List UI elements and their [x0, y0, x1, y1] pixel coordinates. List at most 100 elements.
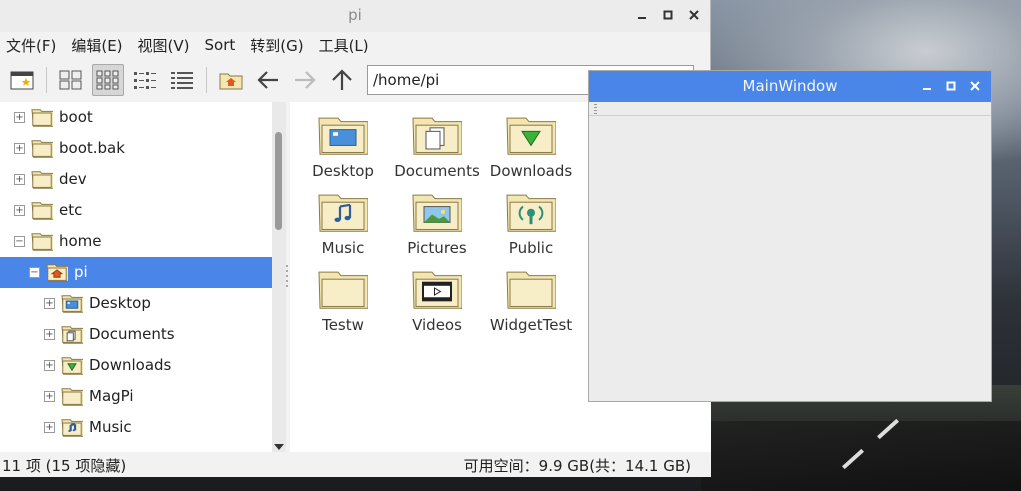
folder-icon [318, 266, 369, 310]
tree-expander-icon[interactable]: + [14, 205, 25, 216]
directory-tree[interactable]: + boot + boot.bak + dev + etc − home − pi + Desktop + D… [0, 102, 272, 452]
tree-item-label: home [59, 232, 102, 250]
main-window-toolbar [589, 102, 991, 116]
tree-item-downloads[interactable]: + Downloads [0, 350, 272, 381]
music-folder-icon [61, 417, 85, 437]
view-list-button[interactable] [166, 64, 198, 96]
main-window: MainWindow [588, 70, 992, 402]
tree-item-label: Music [89, 418, 132, 436]
view-thumbnails-button[interactable] [92, 64, 124, 96]
scroll-down-icon[interactable] [274, 444, 284, 450]
file-item-label: Documents [394, 162, 480, 180]
menu-file[interactable]: 文件(F) [6, 35, 56, 56]
tree-scrollbar[interactable] [272, 102, 286, 452]
minimize-icon [638, 17, 646, 19]
home-folder-icon [219, 73, 243, 90]
documents-folder-icon [61, 324, 85, 344]
compact-view-icon [134, 72, 156, 89]
tree-item-label: pi [74, 263, 88, 281]
tree-expander-icon[interactable]: + [44, 422, 55, 433]
menu-tools[interactable]: 工具(L) [319, 35, 369, 56]
tree-expander-icon[interactable]: + [44, 360, 55, 371]
music-folder-icon [318, 189, 369, 233]
close-button[interactable] [686, 6, 702, 24]
tree-item-pi[interactable]: − pi [0, 257, 272, 288]
folder-icon [61, 386, 85, 406]
tree-item-home[interactable]: − home [0, 226, 272, 257]
detailed-list-view-icon [171, 72, 193, 89]
menu-go[interactable]: 转到(G) [250, 35, 303, 56]
downloads-folder-icon [61, 355, 85, 375]
folder-icon [31, 138, 55, 158]
tree-item-boot[interactable]: + boot [0, 102, 272, 133]
tree-expander-icon[interactable]: + [44, 329, 55, 340]
file-item-widgettest[interactable]: WidgetTest [484, 256, 578, 334]
arrow-right-icon [295, 71, 316, 89]
main-window-titlebar[interactable]: MainWindow [589, 71, 991, 102]
file-item-music[interactable]: Music [296, 179, 390, 257]
tree-item-label: etc [59, 201, 83, 219]
menu-sort[interactable]: Sort [205, 36, 236, 54]
tree-item-boot-bak[interactable]: + boot.bak [0, 133, 272, 164]
menu-view[interactable]: 视图(V) [138, 35, 190, 56]
tree-expander-icon[interactable]: + [14, 143, 25, 154]
view-icons-button[interactable] [55, 64, 87, 96]
mw-maximize-button[interactable] [943, 77, 959, 95]
toolbar-grip[interactable] [594, 104, 597, 114]
tree-item-label: Desktop [89, 294, 151, 312]
large-icons-view-icon [59, 70, 82, 90]
folder-icon [31, 231, 55, 251]
window-title: pi [348, 6, 362, 24]
tree-item-dev[interactable]: + dev [0, 164, 272, 195]
file-item-downloads[interactable]: Downloads [484, 102, 578, 180]
public-folder-icon [506, 189, 557, 233]
forward-button[interactable] [289, 64, 321, 96]
tree-item-etc[interactable]: + etc [0, 195, 272, 226]
tree-expander-icon[interactable]: − [29, 267, 40, 278]
tree-item-music[interactable]: + Music [0, 412, 272, 443]
home-folder-icon [46, 262, 70, 282]
toolbar-separator [46, 67, 47, 93]
maximize-icon [946, 81, 956, 91]
file-item-public[interactable]: Public [484, 179, 578, 257]
file-item-pictures[interactable]: Pictures [390, 179, 484, 257]
file-item-label: Desktop [312, 162, 374, 180]
minimize-button[interactable] [634, 6, 650, 24]
file-item-desktop[interactable]: Desktop [296, 102, 390, 180]
scrollbar-thumb[interactable] [275, 132, 282, 230]
file-item-testw[interactable]: Testw [296, 256, 390, 334]
tree-item-documents[interactable]: + Documents [0, 319, 272, 350]
maximize-button[interactable] [660, 6, 676, 24]
tree-item-label: MagPi [89, 387, 134, 405]
menu-edit[interactable]: 编辑(E) [71, 35, 122, 56]
desktop-folder-icon [318, 112, 369, 156]
tree-expander-icon[interactable]: − [14, 236, 25, 247]
view-compact-button[interactable] [129, 64, 161, 96]
file-item-videos[interactable]: Videos [390, 256, 484, 334]
mw-close-button[interactable] [967, 77, 983, 95]
new-window-button[interactable] [6, 64, 38, 96]
file-item-documents[interactable]: Documents [390, 102, 484, 180]
wallpaper-road [701, 418, 1021, 491]
tree-expander-icon[interactable]: + [44, 298, 55, 309]
tree-expander-icon[interactable]: + [44, 391, 55, 402]
close-icon [970, 81, 980, 91]
file-item-label: Public [508, 239, 554, 257]
minimize-icon [923, 88, 931, 90]
maximize-icon [663, 10, 673, 20]
tree-item-magpi[interactable]: + MagPi [0, 381, 272, 412]
home-button[interactable] [215, 64, 247, 96]
arrow-left-icon [257, 71, 278, 89]
up-button[interactable] [326, 64, 358, 96]
window-titlebar[interactable]: pi [0, 0, 710, 32]
documents-folder-icon [412, 112, 463, 156]
folder-icon [31, 200, 55, 220]
tree-expander-icon[interactable]: + [14, 112, 25, 123]
tree-item-label: dev [59, 170, 87, 188]
tree-item-desktop[interactable]: + Desktop [0, 288, 272, 319]
pane-splitter[interactable] [286, 265, 288, 289]
status-bar: 11 项 (15 项隐藏) 可用空间：9.9 GB(共：14.1 GB) [0, 452, 711, 477]
tree-expander-icon[interactable]: + [14, 174, 25, 185]
mw-minimize-button[interactable] [919, 77, 935, 95]
back-button[interactable] [252, 64, 284, 96]
